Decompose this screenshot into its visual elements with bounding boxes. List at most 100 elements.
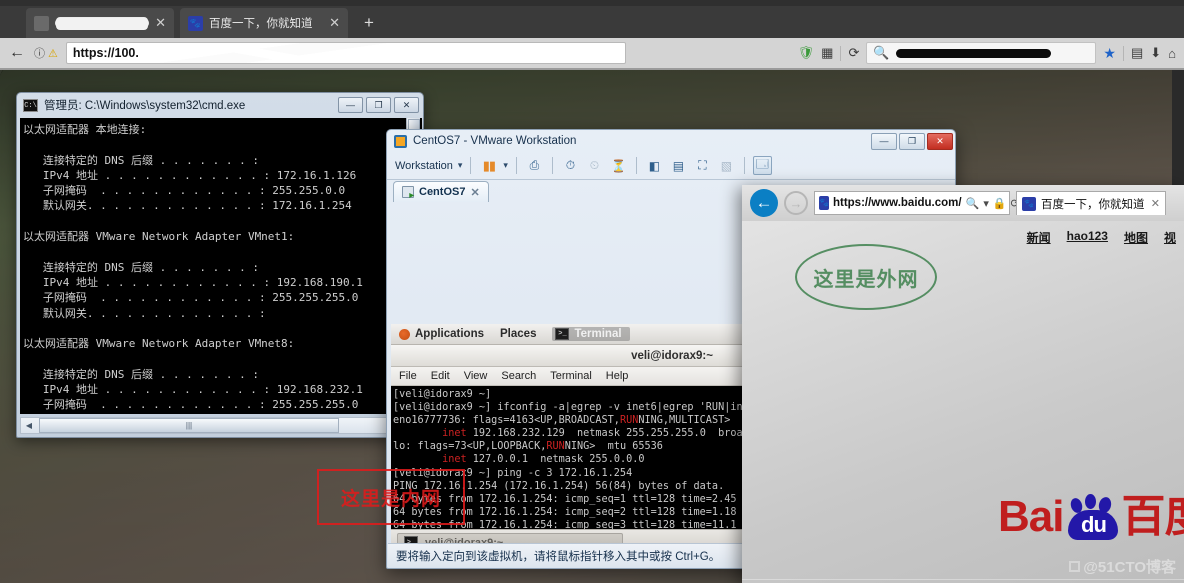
- maximize-button[interactable]: ❐: [366, 97, 391, 113]
- annotation-internal-network: 这里是内网: [317, 469, 465, 525]
- baidu-logo-bai: Bai: [998, 492, 1064, 541]
- ie-tab-baidu[interactable]: 🐾 百度一下，你就知道 ✕: [1016, 191, 1166, 215]
- fullscreen-icon[interactable]: ⛶: [693, 156, 712, 175]
- screen-root: ✕ 🐾 百度一下，你就知道 ✕ + ← ⓘ ⚠ https://100. 🛡 ▦: [0, 0, 1184, 583]
- library-icon[interactable]: ▤: [1131, 45, 1143, 61]
- baidu-paw-favicon: 🐾: [188, 15, 203, 31]
- divider: [840, 45, 842, 61]
- divider: [1122, 45, 1124, 61]
- close-icon[interactable]: ✕: [155, 15, 166, 31]
- vmware-title-bar[interactable]: CentOS7 - VMware Workstation — ❐ ✕: [387, 130, 955, 152]
- vm-powered-on-icon: [402, 186, 414, 199]
- snapshot-icon[interactable]: ⎙: [525, 156, 544, 175]
- reload-icon[interactable]: ⟳: [848, 45, 859, 61]
- page-divider: [742, 579, 1184, 580]
- chevron-down-icon[interactable]: ▾: [503, 160, 508, 171]
- back-icon[interactable]: ←: [750, 189, 778, 217]
- applications-menu[interactable]: Applications: [399, 328, 484, 340]
- cmd-window-buttons: — ❐ ✕: [338, 97, 419, 113]
- vmware-title-text: CentOS7 - VMware Workstation: [413, 135, 577, 147]
- cmd-title-bar[interactable]: C:\ 管理员: C:\Windows\system32\cmd.exe — ❐…: [17, 93, 423, 117]
- browser-tab-2[interactable]: 🐾 百度一下，你就知道 ✕: [180, 8, 348, 38]
- vm-tab-centos7[interactable]: CentOS7 ✕: [393, 181, 489, 202]
- divider: [551, 157, 553, 174]
- gnome-foot-icon: [399, 328, 410, 340]
- menu-edit[interactable]: Edit: [431, 370, 450, 382]
- ie-navigation-bar: ← → 🐾 https://www.baidu.com/ 🔍 ▾ 🔒 ⟳ 🐾 百…: [742, 185, 1184, 221]
- url-redaction-scribble: [140, 43, 391, 63]
- new-tab-button[interactable]: +: [358, 13, 380, 33]
- watermark-text: @51CTO博客: [1083, 559, 1176, 576]
- menu-help[interactable]: Help: [606, 370, 629, 382]
- lock-icon: 🔒: [992, 197, 1007, 210]
- close-button[interactable]: ✕: [394, 97, 419, 113]
- take-snapshot-icon[interactable]: ⏱: [561, 156, 580, 175]
- scroll-left-icon[interactable]: ◀: [21, 421, 37, 430]
- unity-mode-icon[interactable]: ▧: [717, 156, 736, 175]
- baidu-paw-favicon: 🐾: [1022, 196, 1036, 211]
- baidu-paw-icon: du: [1064, 494, 1120, 540]
- forward-icon[interactable]: →: [784, 191, 808, 215]
- firefox-tab-strip: ✕ 🐾 百度一下，你就知道 ✕ +: [0, 4, 1184, 38]
- annotation-external-network: 这里是外网: [795, 244, 937, 310]
- vmware-logo-icon: [394, 134, 407, 148]
- close-icon[interactable]: ✕: [470, 186, 479, 199]
- back-icon[interactable]: ←: [6, 44, 28, 62]
- divider: [743, 157, 745, 174]
- qr-code-icon[interactable]: ▦: [821, 45, 833, 61]
- browser-tab-1-label-redacted: [55, 18, 150, 28]
- cmd-console-output: 以太网适配器 本地连接: 连接特定的 DNS 后缀 . . . . . . . …: [20, 118, 422, 414]
- baidu-logo[interactable]: Bai du 百度: [998, 494, 1184, 540]
- nav-link-map[interactable]: 地图: [1124, 229, 1148, 246]
- workstation-menu-button[interactable]: Workstation: [395, 160, 453, 172]
- show-console-icon[interactable]: ▤: [669, 156, 688, 175]
- url-input[interactable]: https://100.: [65, 42, 626, 64]
- close-icon[interactable]: ✕: [329, 15, 340, 31]
- cmd-window[interactable]: C:\ 管理员: C:\Windows\system32\cmd.exe — ❐…: [16, 92, 424, 438]
- menu-file[interactable]: File: [399, 370, 417, 382]
- preferences-icon[interactable]: 🗔: [752, 156, 772, 175]
- restore-button[interactable]: ❐: [899, 132, 925, 150]
- baidu-logo-cn: 百度: [1121, 492, 1184, 541]
- menu-search[interactable]: Search: [501, 370, 536, 382]
- nav-link-hao123[interactable]: hao123: [1067, 229, 1108, 246]
- site-identity-box[interactable]: ⓘ ⚠: [34, 45, 58, 61]
- info-icon: ⓘ: [34, 48, 45, 60]
- nav-link-video[interactable]: 视: [1164, 229, 1176, 246]
- scrollbar-thumb[interactable]: |||: [39, 418, 339, 433]
- revert-snapshot-icon: ⏲: [589, 158, 600, 172]
- minimize-button[interactable]: —: [338, 97, 363, 113]
- ie-address-icons: 🔍 ▾ 🔒 ⟳: [966, 197, 1020, 210]
- chevron-down-icon[interactable]: ▾: [458, 160, 463, 171]
- divider: [515, 157, 517, 174]
- search-icon[interactable]: 🔍: [966, 197, 980, 210]
- browser-tab-1[interactable]: ✕: [26, 8, 174, 38]
- menu-view[interactable]: View: [464, 370, 488, 382]
- bookmark-star-icon[interactable]: ★: [1103, 45, 1116, 62]
- chevron-down-icon[interactable]: ▾: [983, 197, 989, 210]
- nav-link-news[interactable]: 新闻: [1027, 229, 1051, 246]
- show-sidebar-icon[interactable]: ◧: [645, 156, 664, 175]
- menu-terminal[interactable]: Terminal: [550, 370, 592, 382]
- close-icon[interactable]: ✕: [1151, 197, 1160, 210]
- panel-window-terminal[interactable]: >_ Terminal: [552, 327, 630, 341]
- ie-address-text: https://www.baidu.com/: [832, 197, 962, 209]
- home-icon[interactable]: ⌂: [1168, 46, 1176, 61]
- pause-icon[interactable]: ▮▮: [479, 156, 498, 175]
- download-icon[interactable]: ⬇: [1150, 45, 1161, 61]
- divider: [635, 157, 637, 174]
- scrollbar-track[interactable]: |||: [37, 418, 421, 433]
- ie-address-input[interactable]: 🐾 https://www.baidu.com/ 🔍 ▾ 🔒 ⟳: [814, 191, 1020, 215]
- ie-browser-window[interactable]: ← → 🐾 https://www.baidu.com/ 🔍 ▾ 🔒 ⟳ 🐾 百…: [742, 185, 1184, 583]
- baidu-top-nav: 新闻 hao123 地图 视: [1027, 229, 1176, 246]
- search-value-redacted: [895, 48, 1051, 58]
- minimize-button[interactable]: —: [871, 132, 897, 150]
- generic-favicon: [34, 15, 49, 31]
- manage-snapshots-icon[interactable]: ⏳: [609, 156, 628, 175]
- cmd-horizontal-scrollbar[interactable]: ◀ |||: [20, 417, 422, 434]
- close-button[interactable]: ✕: [927, 132, 953, 150]
- firefox-window-chrome: ✕ 🐾 百度一下，你就知道 ✕ + ← ⓘ ⚠ https://100. 🛡 ▦: [0, 0, 1184, 70]
- places-menu[interactable]: Places: [500, 328, 536, 340]
- search-input[interactable]: 🔍: [866, 42, 1097, 64]
- shield-icon[interactable]: 🛡: [798, 45, 815, 61]
